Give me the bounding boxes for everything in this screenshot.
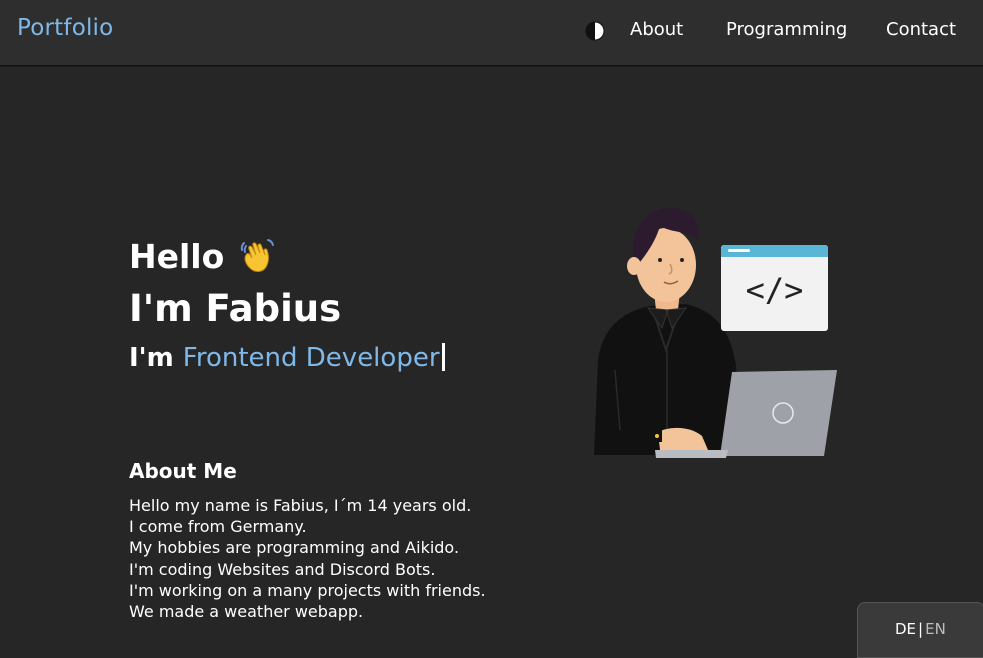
about-line: I'm working on a many projects with frie…: [129, 580, 486, 600]
hero-role-title: Frontend Developer: [182, 343, 440, 373]
about-line: I'm coding Websites and Discord Bots.: [129, 559, 436, 579]
hero-greeting: Hello: [129, 236, 278, 276]
code-window-glyph: </>: [746, 271, 804, 309]
about-line: My hobbies are programming and Aikido.: [129, 538, 460, 558]
typing-cursor: [441, 343, 445, 371]
navbar: Portfolio About Programming Contact: [0, 0, 983, 66]
about-heading: About Me: [129, 459, 237, 483]
about-text: Hello my name is Fabius, I´m 14 years ol…: [129, 495, 486, 622]
waving-hand-icon: [241, 239, 275, 272]
hero-role: I'm Frontend Developer: [129, 343, 445, 373]
language-en-button[interactable]: EN: [925, 620, 946, 638]
nav-link-contact[interactable]: Contact: [886, 19, 956, 40]
about-line: We made a weather webapp.: [129, 602, 364, 622]
hero-name: I'm Fabius: [129, 287, 342, 330]
nav-link-about[interactable]: About: [630, 19, 683, 40]
about-line: Hello my name is Fabius, I´m 14 years ol…: [129, 496, 472, 515]
language-separator: |: [918, 620, 924, 638]
half-circle-contrast-icon[interactable]: [585, 21, 605, 41]
hero-role-prefix: I'm: [129, 343, 183, 373]
language-switcher: DE | EN: [857, 602, 983, 658]
language-de-button[interactable]: DE: [895, 620, 916, 638]
developer-with-laptop-illustration: </>: [594, 207, 837, 458]
nav-link-programming[interactable]: Programming: [726, 19, 847, 40]
about-line: I come from Germany.: [129, 517, 307, 537]
brand-logo-link[interactable]: Portfolio: [17, 15, 113, 41]
hero-greeting-text: Hello: [129, 236, 225, 276]
